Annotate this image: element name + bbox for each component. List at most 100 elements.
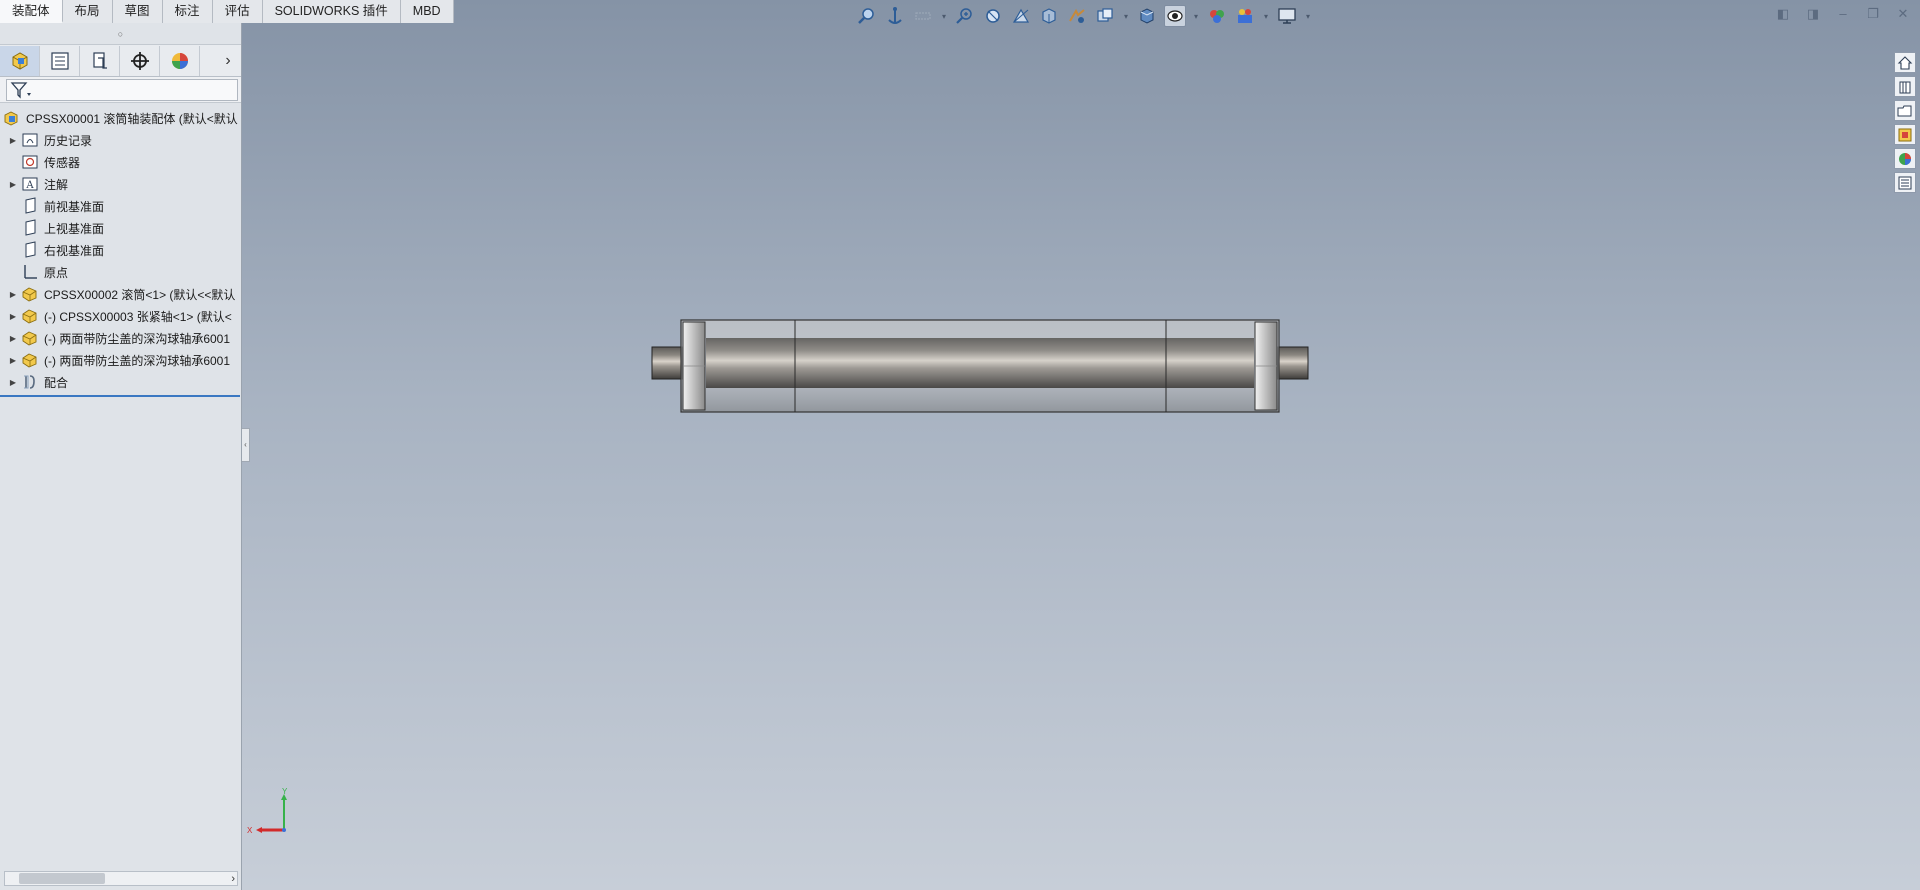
- design-library-icon[interactable]: [1894, 76, 1916, 97]
- window-controls: ◧ ◨ – ❐ ✕: [1774, 6, 1912, 22]
- home-icon[interactable]: [1894, 52, 1916, 73]
- configurationmanager-icon[interactable]: [80, 45, 120, 76]
- dropdown-arrow-icon[interactable]: ▾: [940, 12, 948, 21]
- tree-item-history[interactable]: ▶ 历史记录: [0, 129, 241, 151]
- dynamic-annotation-icon[interactable]: [982, 5, 1004, 27]
- dropdown-arrow-icon[interactable]: ▾: [1192, 12, 1200, 21]
- tree-item-component[interactable]: ▶ (-) CPSSX00003 张紧轴<1> (默认<: [0, 305, 241, 327]
- history-icon: [20, 131, 40, 149]
- tree-item-right-plane[interactable]: 右视基准面: [0, 239, 241, 261]
- dropdown-arrow-icon[interactable]: ▾: [1304, 12, 1312, 21]
- view-settings-icon[interactable]: [1164, 5, 1186, 27]
- part-icon: [20, 351, 40, 369]
- tree-item-top-plane[interactable]: 上视基准面: [0, 217, 241, 239]
- tree-item-label: 上视基准面: [44, 221, 105, 236]
- appearances-icon[interactable]: [1206, 5, 1228, 27]
- svg-text:A: A: [25, 180, 34, 191]
- edit-appearance-icon[interactable]: [1094, 5, 1116, 27]
- tree-root-assembly[interactable]: CPSSX00001 滚筒轴装配体 (默认<默认: [0, 107, 241, 129]
- panel-collapse-handle-icon[interactable]: ‹: [242, 428, 250, 462]
- tab-layout[interactable]: 布局: [62, 0, 113, 23]
- propertymanager-icon[interactable]: [40, 45, 80, 76]
- close-icon[interactable]: ✕: [1894, 6, 1912, 22]
- tree-item-front-plane[interactable]: 前视基准面: [0, 195, 241, 217]
- origin-icon: [20, 263, 40, 281]
- expand-arrow-icon[interactable]: ▶: [6, 356, 20, 365]
- mates-icon: [20, 373, 40, 391]
- display-style-icon[interactable]: [1038, 5, 1060, 27]
- reference-triad: Y X: [247, 787, 288, 835]
- tree-item-component[interactable]: ▶ (-) 两面带防尘盖的深沟球轴承6001: [0, 327, 241, 349]
- scroll-right-icon[interactable]: ›: [231, 873, 235, 885]
- filter-input[interactable]: [6, 78, 238, 101]
- tree-item-sensors[interactable]: 传感器: [0, 151, 241, 173]
- section-view-icon[interactable]: [954, 5, 976, 27]
- roller-shaft-model[interactable]: [648, 316, 1312, 416]
- apply-scene-icon[interactable]: [1136, 5, 1158, 27]
- plane-icon: [20, 197, 40, 215]
- tab-solidworks-addins[interactable]: SOLIDWORKS 插件: [262, 0, 401, 23]
- task-pane: [1894, 52, 1918, 193]
- tab-sketch[interactable]: 草图: [112, 0, 163, 23]
- tile-left-icon[interactable]: ◧: [1774, 6, 1792, 22]
- hide-show-items-icon[interactable]: [1066, 5, 1088, 27]
- plane-icon: [20, 241, 40, 259]
- tree-item-label: 注解: [44, 177, 69, 192]
- tree-item-component[interactable]: ▶ CPSSX00002 滚筒<1> (默认<<默认: [0, 283, 241, 305]
- tree-item-label: 前视基准面: [44, 199, 105, 214]
- previous-view-icon[interactable]: [912, 5, 934, 27]
- expand-arrow-icon[interactable]: ▶: [6, 180, 20, 189]
- expand-arrow-icon[interactable]: ▶: [6, 378, 20, 387]
- filter-icon: [10, 81, 31, 99]
- expand-arrow-icon[interactable]: ▶: [6, 334, 20, 343]
- feature-tree: CPSSX00001 滚筒轴装配体 (默认<默认 ▶ 历史记录 传感器 ▶ A …: [0, 103, 241, 397]
- assembly-icon: [2, 109, 22, 127]
- tree-item-mates[interactable]: ▶ 配合: [0, 371, 241, 393]
- zoom-to-fit-icon[interactable]: [856, 5, 878, 27]
- tree-item-label: (-) CPSSX00003 张紧轴<1> (默认<: [44, 309, 232, 324]
- file-explorer-icon[interactable]: [1894, 100, 1916, 121]
- triad-y-label: Y: [282, 787, 288, 796]
- tree-end-marker: [0, 395, 240, 397]
- tree-item-label: (-) 两面带防尘盖的深沟球轴承6001: [44, 353, 231, 368]
- chevron-right-icon[interactable]: ›: [215, 52, 241, 70]
- displaymanager-icon[interactable]: [160, 45, 200, 76]
- expand-arrow-icon[interactable]: ▶: [6, 312, 20, 321]
- monitor-icon[interactable]: [1276, 5, 1298, 27]
- minimize-icon[interactable]: –: [1834, 6, 1852, 22]
- horizontal-scrollbar[interactable]: ›: [4, 871, 238, 886]
- part-icon: [20, 285, 40, 303]
- dimxpert-icon[interactable]: [120, 45, 160, 76]
- zoom-to-area-icon[interactable]: [884, 5, 906, 27]
- tree-item-label: 右视基准面: [44, 243, 105, 258]
- triad-x-label: X: [247, 826, 253, 835]
- scrollbar-thumb[interactable]: [19, 873, 105, 884]
- filter-row: [0, 77, 241, 103]
- tree-item-origin[interactable]: 原点: [0, 261, 241, 283]
- tab-evaluate[interactable]: 评估: [212, 0, 263, 23]
- view-palette-icon[interactable]: [1894, 124, 1916, 145]
- expand-arrow-icon[interactable]: ▶: [6, 136, 20, 145]
- panel-grip-icon[interactable]: ○: [0, 23, 241, 45]
- tree-item-label: 原点: [44, 265, 69, 280]
- tree-item-annotations[interactable]: ▶ A 注解: [0, 173, 241, 195]
- tree-root-label: CPSSX00001 滚筒轴装配体 (默认<默认: [26, 111, 238, 126]
- restore-icon[interactable]: ❐: [1864, 6, 1882, 22]
- tab-markup[interactable]: 标注: [162, 0, 213, 23]
- tree-item-label: 历史记录: [44, 133, 93, 148]
- tree-item-label: (-) 两面带防尘盖的深沟球轴承6001: [44, 331, 231, 346]
- expand-arrow-icon[interactable]: ▶: [6, 290, 20, 299]
- tree-item-label: CPSSX00002 滚筒<1> (默认<<默认: [44, 287, 236, 302]
- tree-item-component[interactable]: ▶ (-) 两面带防尘盖的深沟球轴承6001: [0, 349, 241, 371]
- sensor-icon: [20, 153, 40, 171]
- dropdown-arrow-icon[interactable]: ▾: [1122, 12, 1130, 21]
- view-orientation-icon[interactable]: [1010, 5, 1032, 27]
- tile-right-icon[interactable]: ◨: [1804, 6, 1822, 22]
- scene-lights-icon[interactable]: [1234, 5, 1256, 27]
- dropdown-arrow-icon[interactable]: ▾: [1262, 12, 1270, 21]
- tab-mbd[interactable]: MBD: [400, 0, 454, 23]
- appearances-scenes-icon[interactable]: [1894, 148, 1916, 169]
- featuremanager-icon[interactable]: [0, 45, 40, 76]
- custom-properties-icon[interactable]: [1894, 172, 1916, 193]
- tab-assembly[interactable]: 装配体: [0, 0, 63, 23]
